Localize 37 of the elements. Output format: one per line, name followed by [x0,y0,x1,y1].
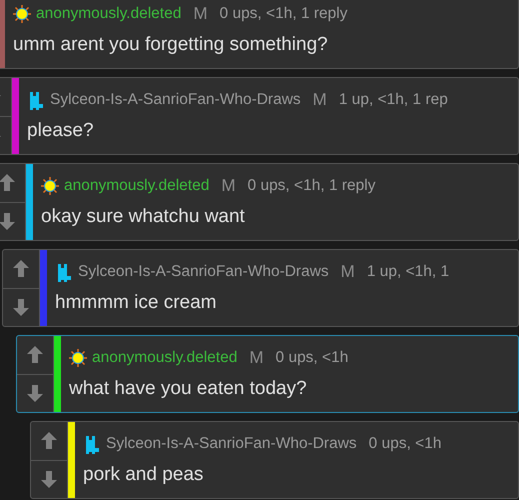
comment-text: hmmmm ice cream [55,292,218,314]
mod-label: M [221,176,236,196]
comment-text: pork and peas [83,464,204,486]
username[interactable]: anonymously.deleted [64,177,210,195]
username[interactable]: Sylceon-Is-A-SanrioFan-Who-Draws [106,435,357,453]
block-figure-icon [27,90,45,110]
comment-text: please? [27,120,95,142]
comment-meta: 1 up, <1h, 1 rep [338,91,448,109]
comment-meta: 0 ups, <1h, 1 reply [248,177,376,195]
block-figure-icon [83,434,101,454]
mod-label: M [312,90,327,110]
up-arrow-icon [0,173,16,192]
down-arrow-icon [40,470,58,489]
username[interactable]: Sylceon-Is-A-SanrioFan-Who-Draws [78,263,329,281]
comment-text: okay sure whatchu want [41,206,246,228]
mod-label: M [249,348,264,368]
comment-text: umm arent you forgetting something? [13,34,329,56]
block-figure-icon [55,262,73,282]
mod-label: M [193,4,208,24]
down-arrow-icon [12,298,30,317]
down-arrow-icon [26,384,44,403]
username[interactable]: Sylceon-Is-A-SanrioFan-Who-Draws [50,91,301,109]
comment-meta: 1 up, <1h, 1 [366,263,450,281]
mod-label: M [340,262,355,282]
comment-text: what have you eaten today? [69,378,308,400]
up-arrow-icon [26,345,44,364]
sun-icon [69,348,87,368]
comment-meta: 0 ups, <1h [368,435,442,453]
up-arrow-icon [40,431,58,450]
up-arrow-icon [12,259,30,278]
sun-icon [41,176,59,196]
username[interactable]: anonymously.deleted [36,5,182,23]
down-arrow-icon [0,212,16,231]
comment-meta: 0 ups, <1h, 1 reply [220,5,348,23]
username[interactable]: anonymously.deleted [92,349,238,367]
sun-icon [13,4,31,24]
comment-meta: 0 ups, <1h [276,349,348,367]
